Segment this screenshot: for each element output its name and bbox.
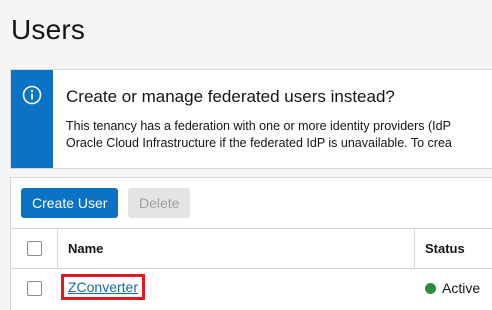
table-row: ZConverter Active [11,269,492,309]
info-icon [22,85,42,105]
create-user-button[interactable]: Create User [21,188,119,218]
status-text: Active [442,280,481,296]
status-dot-icon [425,283,436,294]
column-divider [57,229,58,268]
column-divider [414,229,415,268]
user-name-link[interactable]: ZConverter [68,279,138,295]
notice-title: Create or manage federated users instead… [66,87,395,106]
notice-text-line-2: Oracle Cloud Infrastructure if the feder… [66,136,452,150]
row-select-checkbox[interactable] [27,281,42,296]
column-header-name[interactable]: Name [68,241,103,256]
users-panel: Create User Delete Name Status ZConverte… [10,177,492,310]
notice-accent-rail [11,70,53,168]
select-all-checkbox[interactable] [27,241,42,256]
table-header: Name Status [11,228,492,269]
delete-button[interactable]: Delete [128,188,191,218]
user-name-highlight: ZConverter [61,274,145,300]
notice-text-line-1: This tenancy has a federation with one o… [66,119,451,133]
page-title: Users [11,14,86,45]
column-header-status[interactable]: Status [425,241,465,256]
federation-notice: Create or manage federated users instead… [10,69,492,169]
